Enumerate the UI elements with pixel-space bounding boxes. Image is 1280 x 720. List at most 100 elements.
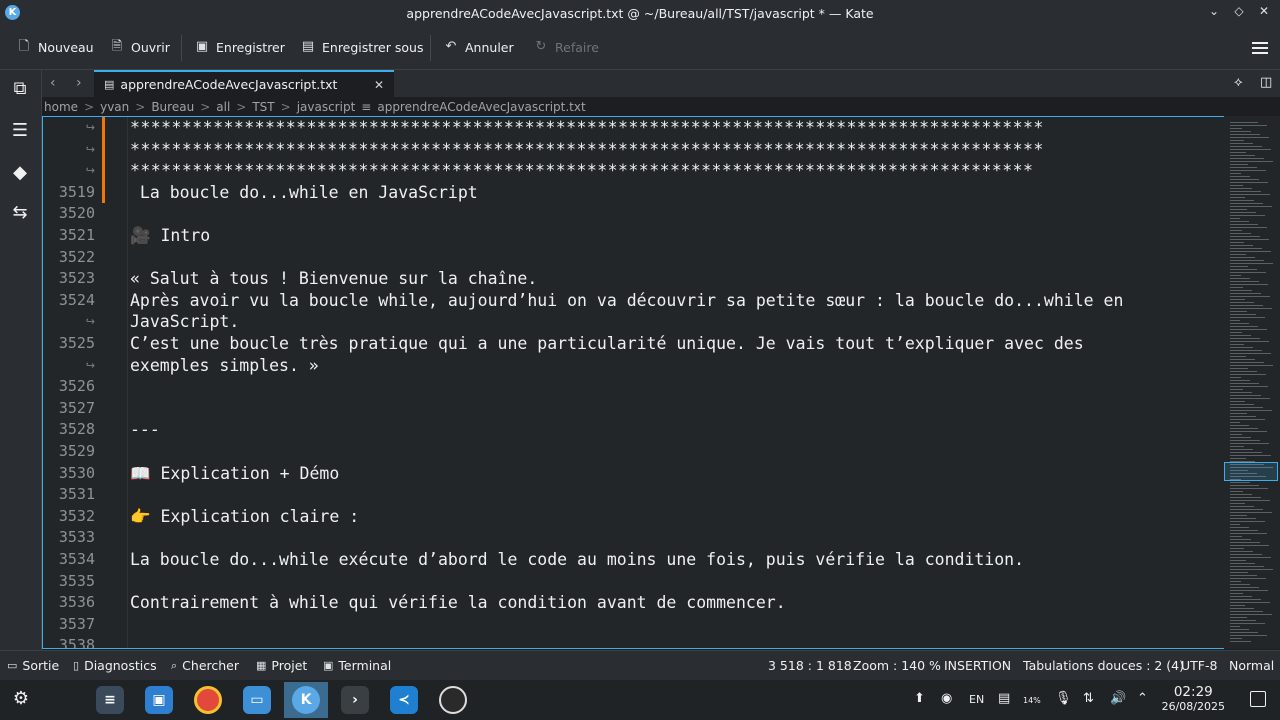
redo-button[interactable]: ↻ Refaire (533, 39, 599, 55)
undo-button[interactable]: ↶ Annuler (443, 39, 514, 55)
maximize-icon[interactable]: ◇ (1233, 4, 1245, 18)
line-text: ****************************************… (130, 118, 1044, 137)
close-icon[interactable]: ✕ (1258, 4, 1270, 18)
editor-line[interactable]: 3526 (43, 376, 1224, 398)
documents-icon[interactable]: ⧉ (9, 78, 31, 100)
editor-line[interactable]: 3532 👉 Explication claire : (43, 506, 1224, 528)
line-number: 3526 (58, 377, 95, 396)
search-button[interactable]: ⌕ Chercher (171, 658, 239, 673)
editor-line[interactable]: 3535 (43, 571, 1224, 593)
project-tree-icon[interactable]: ⇆ (9, 202, 31, 224)
minimap-line (1230, 524, 1240, 526)
editor-line[interactable]: 3524 Après avoir vu la boucle while, aujo… (43, 290, 1224, 312)
save-button[interactable]: ▣ Enregistrer (194, 39, 285, 55)
tab-document[interactable]: ▤ apprendreACodeAvecJavascript.txt ✕ (94, 70, 394, 97)
cursor-position[interactable]: 3 518 : 1 818 (768, 658, 852, 673)
editor-line[interactable]: 3537 (43, 614, 1224, 636)
breadcrumb-item[interactable]: all (216, 100, 230, 114)
breadcrumb-item[interactable]: Bureau (151, 100, 194, 114)
minimize-icon[interactable]: ⌄ (1208, 4, 1220, 18)
editor-line[interactable]: 3530 📖 Explication + Démo (43, 463, 1224, 485)
open-button[interactable]: 🗎 Ouvrir (109, 39, 170, 55)
line-text: ****************************************… (130, 161, 1034, 181)
zoom-level[interactable]: Zoom : 140 % (853, 658, 941, 673)
new-button[interactable]: 🗋 Nouveau (16, 39, 94, 55)
minimap-line (1230, 287, 1243, 289)
battery-indicator[interactable]: 14% (1023, 696, 1041, 705)
back-icon[interactable]: ‹ (50, 75, 56, 91)
syntax-mode[interactable]: Normal (1229, 658, 1274, 673)
breadcrumb-item[interactable]: home (44, 100, 78, 114)
editor-line[interactable]: 3533 (43, 527, 1224, 549)
minimap-viewport[interactable] (1224, 462, 1278, 481)
git-icon[interactable]: ◆ (9, 162, 31, 184)
breadcrumb-item[interactable]: apprendreACodeAvecJavascript.txt (377, 100, 585, 114)
line-text: 👉 Explication claire : (130, 506, 360, 526)
terminal-button[interactable]: ▣ Terminal (323, 658, 391, 673)
clock[interactable]: 02:29 26/08/2025 (1162, 684, 1225, 713)
input-mode[interactable]: INSERTION (944, 658, 1011, 673)
forward-icon[interactable]: › (76, 75, 82, 91)
hamburger-menu-icon[interactable] (1252, 42, 1268, 54)
taskbar-files[interactable]: ▭ (235, 682, 279, 718)
editor-line[interactable]: 3521 🎥 Intro (43, 225, 1224, 247)
taskbar-store[interactable]: ▣ (137, 682, 181, 718)
editor-line[interactable]: ↪ JavaScript. (43, 311, 1224, 333)
split-view-icon[interactable]: ◫ (1260, 75, 1272, 90)
editor-line[interactable]: 3522 (43, 247, 1224, 269)
diagnostics-button[interactable]: ▯ Diagnostics (73, 658, 157, 673)
taskbar-chrome[interactable] (186, 682, 230, 718)
editor-line[interactable]: 3529 (43, 441, 1224, 463)
taskbar-settings[interactable]: ≡ (88, 682, 132, 718)
minimap-line (1230, 614, 1272, 616)
app-launcher-icon[interactable]: ⚙ (10, 688, 32, 710)
editor-line[interactable]: ↪ ***************************************… (43, 138, 1224, 161)
line-number: 3524 (58, 290, 95, 309)
text-editor[interactable]: ↪ ***************************************… (42, 116, 1224, 649)
editor-line[interactable]: 3538 (43, 635, 1224, 648)
editor-line[interactable]: 3520 (43, 203, 1224, 225)
taskbar-terminal[interactable]: › (333, 682, 377, 718)
breadcrumb-separator: > (236, 100, 247, 114)
minimap-line (1230, 380, 1250, 382)
indentation-setting[interactable]: Tabulations douces : 2 (4) (1023, 658, 1184, 673)
show-desktop-icon[interactable] (1250, 691, 1266, 707)
taskbar-vscode[interactable]: ≺ (382, 682, 426, 718)
obs-tray-icon[interactable]: ◉ (941, 691, 952, 706)
save-as-button[interactable]: ▤ Enregistrer sous (300, 39, 424, 55)
microphone-icon[interactable]: 🎙 (1055, 691, 1072, 706)
editor-line[interactable]: 3523 « Salut à tous ! Bienvenue sur la ch… (43, 268, 1224, 290)
breadcrumb-item[interactable]: TST (252, 100, 274, 114)
project-button[interactable]: ▦ Projet (256, 658, 307, 673)
editor-line[interactable]: 3527 (43, 398, 1224, 420)
taskbar-kate[interactable]: K (284, 682, 328, 718)
quick-open-icon[interactable]: ⟡ (1234, 75, 1243, 90)
editor-line[interactable]: ↪ exemples simples. » (43, 355, 1224, 377)
clipboard-icon[interactable]: ▤ (998, 691, 1010, 706)
keyboard-layout[interactable]: EN (969, 693, 984, 706)
breadcrumb-item[interactable]: javascript (297, 100, 356, 114)
output-button[interactable]: ▭ Sortie (7, 658, 59, 673)
editor-line[interactable]: 3531 (43, 484, 1224, 506)
close-tab-icon[interactable]: ✕ (374, 78, 384, 92)
updates-icon[interactable]: ⬆ (914, 691, 925, 706)
editor-line[interactable]: 3525 C’est une boucle très pratique qui a… (43, 333, 1224, 355)
editor-line[interactable]: 3519 La boucle do...while en JavaScript (43, 181, 1224, 204)
network-icon[interactable]: ⇅ (1083, 691, 1094, 706)
editor-line[interactable]: 3528 --- (43, 419, 1224, 441)
minimap-line (1230, 191, 1261, 193)
volume-icon[interactable]: 🔊 (1110, 691, 1126, 706)
taskbar-obs[interactable] (431, 682, 475, 718)
minimap-line (1230, 293, 1261, 295)
minimap-line (1230, 509, 1263, 511)
encoding[interactable]: UTF-8 (1181, 658, 1217, 673)
breadcrumb-item[interactable]: yvan (100, 100, 129, 114)
minimap-line (1230, 404, 1254, 406)
minimap[interactable] (1224, 116, 1280, 649)
editor-line[interactable]: ↪ ***************************************… (43, 117, 1224, 139)
editor-line[interactable]: 3536 Contrairement à while qui vérifie la… (43, 592, 1224, 614)
editor-line[interactable]: 3534 La boucle do...while exécute d’abord… (43, 549, 1224, 571)
symbols-list-icon[interactable]: ☰ (9, 120, 31, 142)
expand-tray-icon[interactable]: ⌃ (1137, 691, 1148, 706)
editor-line[interactable]: ↪ ***************************************… (43, 160, 1224, 182)
